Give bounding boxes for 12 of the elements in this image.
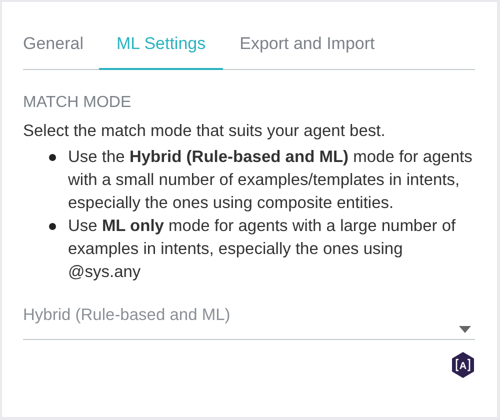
bullet-text: Use ML only mode for agents with a large number of examples in intents, especially the ones using @sys.any [68, 216, 457, 283]
section-heading: MATCH MODE [23, 94, 132, 112]
bullet-text: Use the Hybrid (Rule-based and ML) mode for agents with a small number of examples/templates in intents, especially the ones using composite entities. [68, 147, 474, 214]
tab[interactable]: General [23, 30, 100, 70]
dropdown-caret-icon [459, 326, 471, 333]
tab[interactable]: ML Settings [99, 30, 223, 70]
bullet-icon [49, 223, 56, 230]
bullet-icon [49, 154, 56, 161]
description: Select the match mode that suits your agent best. [23, 121, 386, 142]
logo-icon: A [451, 352, 475, 378]
mode-dropdown[interactable]: Hybrid (Rule-based and ML) [23, 306, 475, 340]
tab[interactable]: Export and Import [222, 30, 392, 70]
